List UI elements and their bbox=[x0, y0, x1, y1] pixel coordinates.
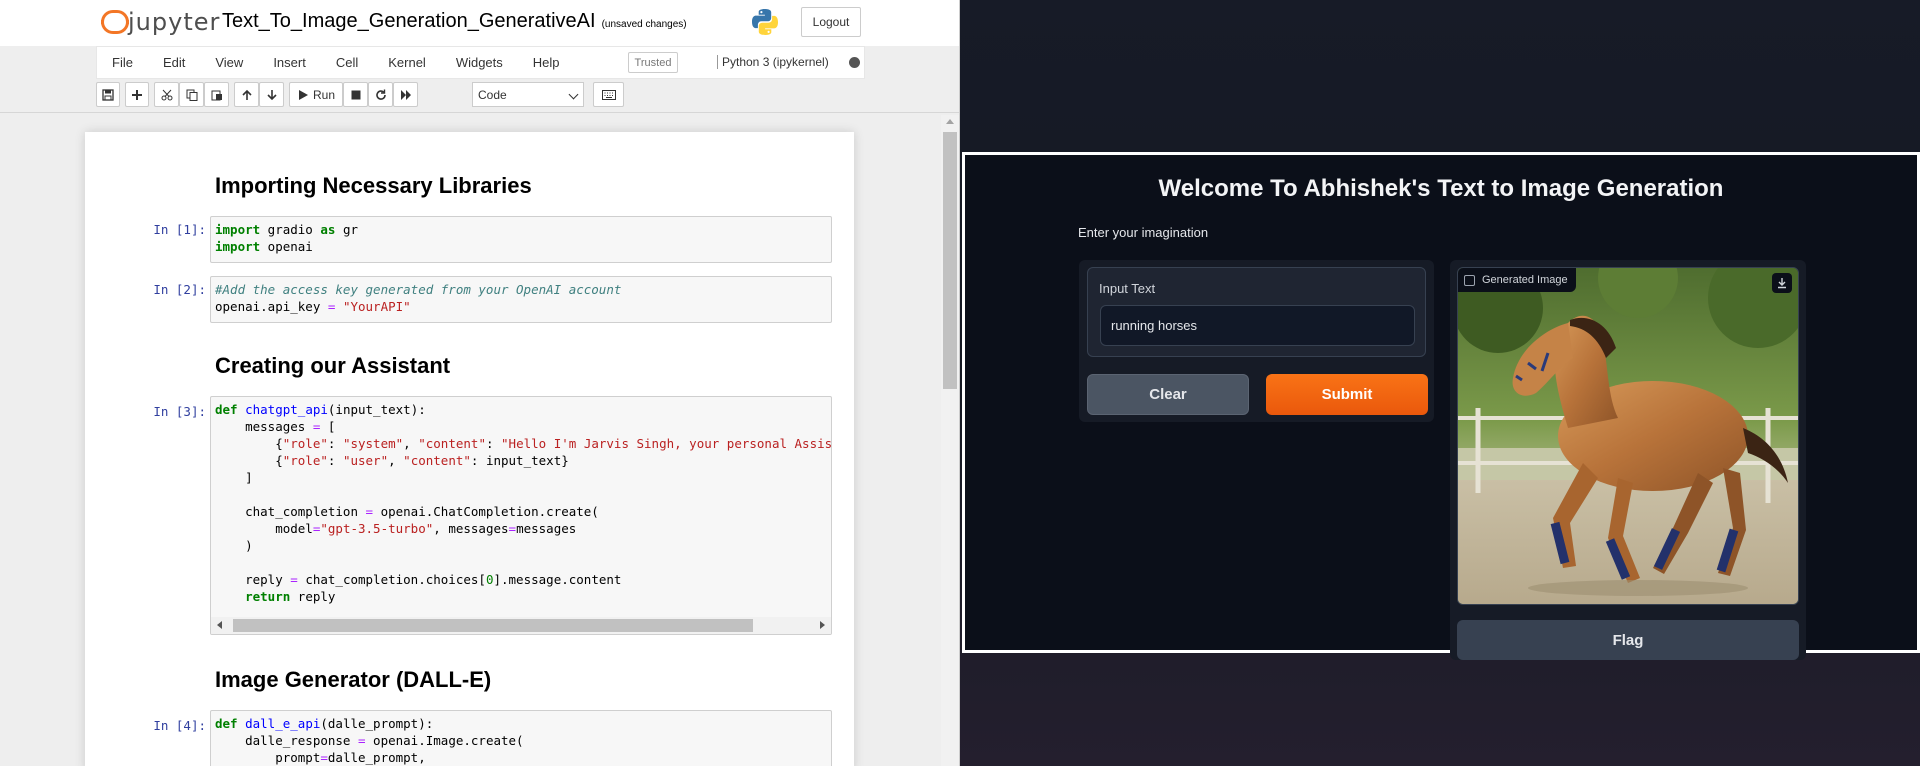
notebook-vertical-scrollbar[interactable] bbox=[941, 115, 959, 766]
menu-cell[interactable]: Cell bbox=[321, 55, 373, 70]
command-palette-button[interactable] bbox=[593, 82, 624, 107]
restart-icon bbox=[375, 89, 386, 100]
fast-forward-icon bbox=[400, 89, 411, 100]
move-up-button[interactable] bbox=[234, 82, 259, 107]
paste-button[interactable] bbox=[204, 82, 229, 107]
kernel-name[interactable]: Python 3 (ipykernel) bbox=[717, 55, 829, 69]
paste-icon bbox=[211, 90, 222, 100]
scroll-thumb[interactable] bbox=[943, 132, 957, 389]
arrow-down-icon bbox=[266, 89, 277, 100]
download-button[interactable] bbox=[1772, 273, 1792, 293]
image-icon bbox=[1464, 274, 1475, 286]
cell-prompt-1: In [1]: bbox=[153, 222, 206, 237]
image-label: Generated Image bbox=[1458, 268, 1576, 292]
jupyter-header: jupyter Text_To_Image_Generation_Generat… bbox=[0, 0, 959, 46]
horizontal-scroll-thumb[interactable] bbox=[233, 619, 753, 632]
run-icon bbox=[298, 89, 308, 100]
keyboard-icon bbox=[601, 89, 616, 100]
heading-creating-assistant: Creating our Assistant bbox=[215, 353, 451, 378]
submit-button[interactable]: Submit bbox=[1266, 374, 1428, 415]
jupyter-logo-text: jupyter bbox=[128, 8, 221, 36]
save-button[interactable] bbox=[96, 82, 120, 107]
copy-icon bbox=[186, 89, 197, 101]
cell-prompt-3: In [3]: bbox=[153, 404, 206, 419]
jupyter-window: jupyter Text_To_Image_Generation_Generat… bbox=[0, 0, 960, 766]
menu-file[interactable]: File bbox=[97, 55, 148, 70]
horse-image bbox=[1458, 268, 1798, 604]
input-text-field[interactable]: running horses bbox=[1100, 305, 1415, 346]
save-icon bbox=[102, 88, 114, 101]
gradio-app: Welcome To Abhishek's Text to Image Gene… bbox=[962, 152, 1920, 660]
notebook-name[interactable]: Text_To_Image_Generation_GenerativeAI bbox=[222, 10, 596, 32]
code-cell-3[interactable]: def chatgpt_api(input_text): messages = … bbox=[210, 396, 832, 635]
heading-importing-libraries: Importing Necessary Libraries bbox=[215, 173, 532, 198]
run-button[interactable]: Run bbox=[289, 82, 343, 107]
interrupt-button[interactable] bbox=[343, 82, 368, 107]
download-icon bbox=[1778, 278, 1786, 289]
code-cell-4[interactable]: def dall_e_api(dalle_prompt): dalle_resp… bbox=[210, 710, 832, 766]
menu-insert[interactable]: Insert bbox=[258, 55, 321, 70]
jupyter-ring-icon bbox=[100, 8, 129, 36]
input-text-block: Input Text running horses bbox=[1087, 267, 1426, 357]
menu-kernel[interactable]: Kernel bbox=[373, 55, 441, 70]
code-cell-2[interactable]: #Add the access key generated from your … bbox=[210, 276, 832, 323]
restart-button[interactable] bbox=[368, 82, 393, 107]
plus-icon bbox=[132, 89, 142, 100]
save-status: (unsaved changes) bbox=[601, 19, 687, 30]
insert-cell-button[interactable] bbox=[125, 82, 149, 107]
stop-icon bbox=[351, 90, 360, 99]
cell-type-select[interactable]: Code bbox=[472, 82, 584, 107]
python-logo-icon bbox=[752, 9, 778, 35]
clear-button[interactable]: Clear bbox=[1087, 374, 1249, 415]
cell-prompt-2: In [2]: bbox=[153, 282, 206, 297]
output-panel: Generated Image Flag bbox=[1450, 260, 1806, 660]
header-divider bbox=[0, 112, 959, 113]
image-label-text: Generated Image bbox=[1482, 274, 1568, 286]
menu-view[interactable]: View bbox=[200, 55, 258, 70]
cell-prompt-4: In [4]: bbox=[153, 718, 206, 733]
cut-icon bbox=[161, 89, 172, 100]
gradio-window: Welcome To Abhishek's Text to Image Gene… bbox=[960, 0, 1920, 766]
menu-widgets[interactable]: Widgets bbox=[441, 55, 518, 70]
restart-run-all-button[interactable] bbox=[393, 82, 418, 107]
flag-button[interactable]: Flag bbox=[1457, 620, 1799, 660]
app-title: Welcome To Abhishek's Text to Image Gene… bbox=[1158, 175, 1724, 202]
input-text-label: Input Text bbox=[1099, 281, 1156, 296]
arrow-up-icon bbox=[241, 89, 252, 100]
logout-button[interactable]: Logout bbox=[801, 7, 861, 37]
chevron-down-icon bbox=[568, 89, 579, 100]
scroll-right-arrow[interactable] bbox=[820, 621, 825, 629]
scroll-up-arrow[interactable] bbox=[946, 119, 954, 124]
cell-type-value: Code bbox=[478, 87, 507, 102]
run-label: Run bbox=[312, 87, 335, 102]
move-down-button[interactable] bbox=[259, 82, 284, 107]
kernel-status-icon bbox=[849, 57, 860, 68]
code-horizontal-scrollbar[interactable] bbox=[211, 617, 831, 634]
menu-edit[interactable]: Edit bbox=[148, 55, 200, 70]
scroll-left-arrow[interactable] bbox=[217, 621, 222, 629]
generated-image[interactable]: Generated Image bbox=[1457, 267, 1799, 605]
jupyter-logo[interactable]: jupyter bbox=[100, 6, 220, 38]
menu-help[interactable]: Help bbox=[518, 55, 575, 70]
heading-image-generator: Image Generator (DALL-E) bbox=[215, 667, 492, 692]
copy-button[interactable] bbox=[179, 82, 204, 107]
notebook-title[interactable]: Text_To_Image_Generation_GenerativeAI (un… bbox=[222, 10, 687, 33]
app-description: Enter your imagination bbox=[1078, 225, 1209, 240]
cut-button[interactable] bbox=[154, 82, 179, 107]
code-cell-1[interactable]: import gradio as gr import openai bbox=[210, 216, 832, 263]
menu-bar: File Edit View Insert Cell Kernel Widget… bbox=[96, 46, 865, 79]
trusted-indicator[interactable]: Trusted bbox=[628, 52, 678, 73]
